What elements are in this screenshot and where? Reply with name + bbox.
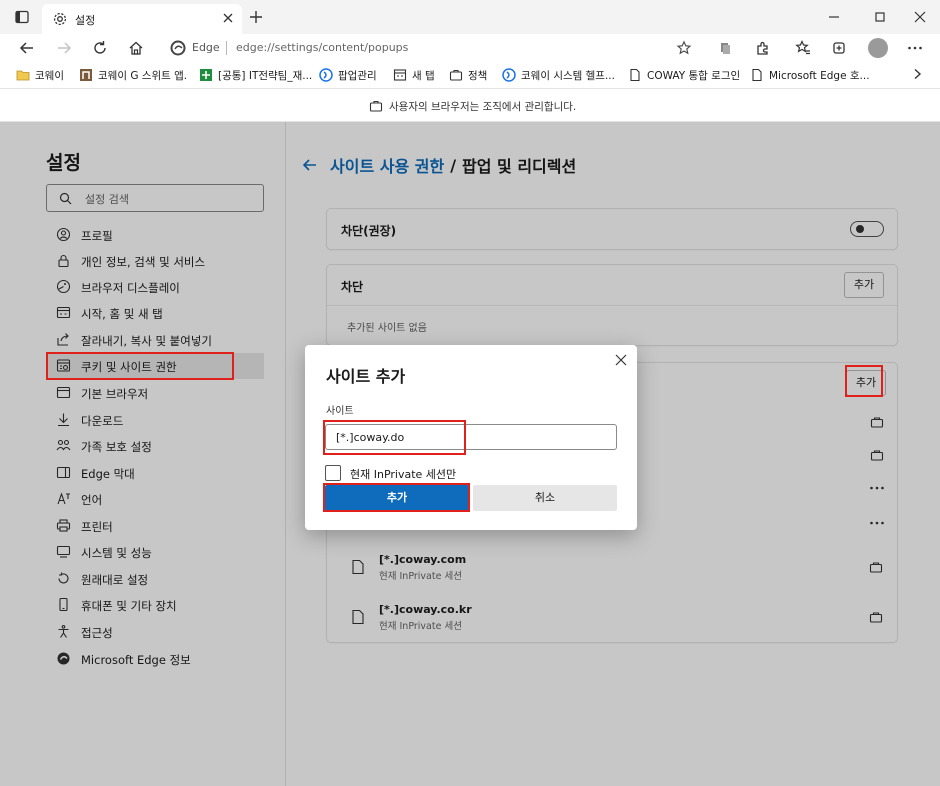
- profile-avatar[interactable]: [868, 38, 888, 58]
- add-favorite-icon[interactable]: [676, 40, 692, 56]
- dialog-title: 사이트 추가: [326, 367, 406, 386]
- extensions-icon[interactable]: [754, 39, 772, 57]
- minimize-icon[interactable]: [826, 9, 842, 25]
- cancel-button[interactable]: 취소: [473, 485, 617, 511]
- highlight-box: [323, 483, 470, 512]
- favorite-item[interactable]: 정책: [449, 67, 487, 83]
- back-icon[interactable]: [18, 39, 36, 57]
- favorite-label: 정책: [468, 69, 488, 82]
- collections-add-icon[interactable]: [831, 39, 849, 57]
- page-icon: [630, 68, 640, 82]
- forward-icon[interactable]: [55, 39, 73, 57]
- favorite-item[interactable]: 코웨이 시스템 헬프...: [502, 67, 615, 83]
- favorite-item[interactable]: Microsoft Edge 호...: [750, 67, 870, 83]
- favorite-item[interactable]: COWAY 통합 로그인: [628, 67, 740, 83]
- favorite-label: 새 탭: [412, 69, 435, 82]
- omnibox-label: Edge: [192, 41, 220, 54]
- favorite-item[interactable]: 코웨이 G 스위트 앱.: [79, 67, 187, 83]
- favorite-label: 팝업관리: [338, 69, 377, 82]
- favorite-label: COWAY 통합 로그인: [647, 69, 741, 82]
- new-tab-icon[interactable]: [248, 9, 264, 25]
- chevron-right-icon[interactable]: [910, 67, 924, 81]
- favorite-label: Microsoft Edge 호...: [769, 69, 870, 82]
- managed-banner: 사용자의 브라우저는 조직에서 관리합니다.: [0, 88, 940, 122]
- inprivate-checkbox-label: 현재 InPrivate 세션만: [350, 468, 457, 481]
- home-icon[interactable]: [127, 39, 145, 57]
- url-text[interactable]: edge://settings/content/popups: [236, 41, 408, 54]
- page-icon: [752, 68, 762, 82]
- favorite-item[interactable]: 코웨이: [16, 67, 64, 83]
- favorite-label: 코웨이 시스템 헬프...: [521, 69, 615, 82]
- briefcase-icon: [369, 100, 383, 112]
- highlight-box: [46, 352, 234, 380]
- favorite-item[interactable]: [공통] IT전략팀_재...: [199, 67, 312, 83]
- tab-actions-icon[interactable]: [14, 9, 30, 25]
- edge-logo-icon: [170, 40, 186, 56]
- favorites-icon[interactable]: [794, 39, 812, 57]
- highlight-box: [323, 420, 466, 455]
- address-bar[interactable]: Edge edge://settings/content/popups: [160, 36, 705, 60]
- more-options-icon[interactable]: [906, 39, 924, 57]
- coway-icon: [319, 68, 333, 82]
- browser-toolbar: Edge edge://settings/content/popups: [0, 34, 940, 62]
- gear-icon: [53, 12, 67, 26]
- coway-icon: [502, 68, 516, 82]
- title-bar: 설정: [0, 0, 940, 34]
- omnibox-divider: [226, 41, 227, 55]
- favorite-label: 코웨이: [35, 69, 64, 82]
- active-tab[interactable]: 설정: [42, 4, 242, 34]
- managed-banner-text: 사용자의 브라우저는 조직에서 관리합니다.: [389, 101, 577, 113]
- folder-icon: [16, 70, 30, 81]
- close-icon[interactable]: [614, 353, 628, 367]
- site-field-label: 사이트: [326, 406, 354, 417]
- favorite-item[interactable]: 새 탭: [393, 67, 435, 83]
- sheet-icon: [200, 69, 212, 81]
- app-icon: [80, 69, 92, 81]
- favorite-item[interactable]: 팝업관리: [319, 67, 377, 83]
- inprivate-checkbox[interactable]: [325, 465, 341, 481]
- refresh-icon[interactable]: [91, 39, 109, 57]
- favorites-bar: 코웨이 코웨이 G 스위트 앱. [공통] IT전략팀_재... 팝업관리 새 …: [0, 62, 940, 88]
- briefcase-icon: [449, 69, 463, 81]
- collections-icon[interactable]: [716, 39, 734, 57]
- highlight-box: [845, 365, 883, 397]
- close-tab-icon[interactable]: [220, 10, 236, 26]
- newtab-icon: [393, 69, 407, 81]
- window-close-icon[interactable]: [912, 9, 928, 25]
- favorite-label: 코웨이 G 스위트 앱.: [98, 69, 188, 82]
- maximize-icon[interactable]: [872, 9, 888, 25]
- favorite-label: [공통] IT전략팀_재...: [218, 69, 313, 82]
- tab-title: 설정: [75, 14, 96, 27]
